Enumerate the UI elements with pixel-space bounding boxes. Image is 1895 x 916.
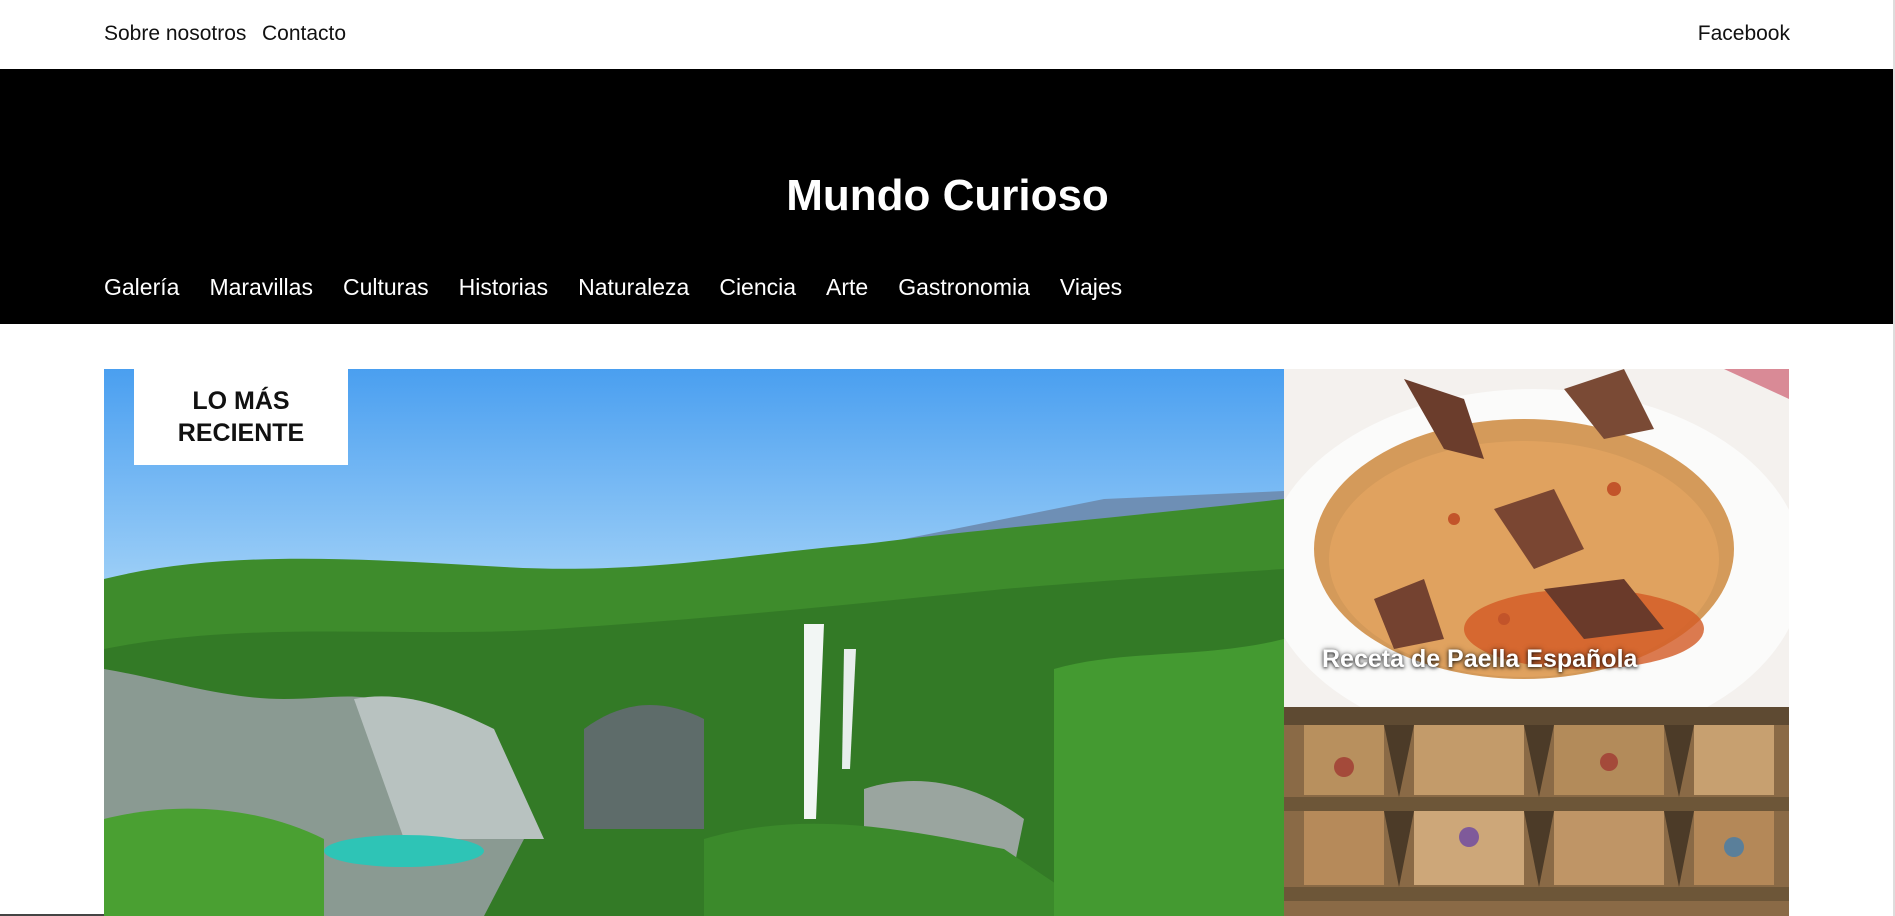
site-header: Mundo Curioso Galería Maravillas Cultura… bbox=[0, 69, 1895, 324]
hero-feature[interactable]: LO MÁS RECIENTE bbox=[104, 369, 1284, 916]
nav-item-galeria[interactable]: Galería bbox=[104, 274, 179, 301]
nav-item-historias[interactable]: Historias bbox=[459, 274, 548, 301]
fresco-image bbox=[1284, 707, 1789, 916]
facebook-link[interactable]: Facebook bbox=[1698, 22, 1790, 46]
nav-item-viajes[interactable]: Viajes bbox=[1060, 274, 1122, 301]
contact-link[interactable]: Contacto bbox=[262, 22, 346, 46]
nav-item-ciencia[interactable]: Ciencia bbox=[719, 274, 796, 301]
nav-item-culturas[interactable]: Culturas bbox=[343, 274, 429, 301]
top-bar: Sobre nosotros Contacto Facebook bbox=[0, 0, 1895, 69]
article-card-fresco[interactable] bbox=[1284, 707, 1789, 916]
nav-item-gastronomia[interactable]: Gastronomia bbox=[898, 274, 1030, 301]
card-caption[interactable]: Receta de Paella Española bbox=[1322, 645, 1637, 674]
latest-badge: LO MÁS RECIENTE bbox=[134, 369, 348, 465]
main-nav: Galería Maravillas Culturas Historias Na… bbox=[104, 274, 1122, 301]
nav-item-naturaleza[interactable]: Naturaleza bbox=[578, 274, 689, 301]
about-link[interactable]: Sobre nosotros bbox=[104, 22, 246, 46]
site-title[interactable]: Mundo Curioso bbox=[0, 171, 1895, 221]
article-card-paella[interactable]: Receta de Paella Española bbox=[1284, 369, 1789, 707]
nav-item-arte[interactable]: Arte bbox=[826, 274, 868, 301]
nav-item-maravillas[interactable]: Maravillas bbox=[209, 274, 313, 301]
